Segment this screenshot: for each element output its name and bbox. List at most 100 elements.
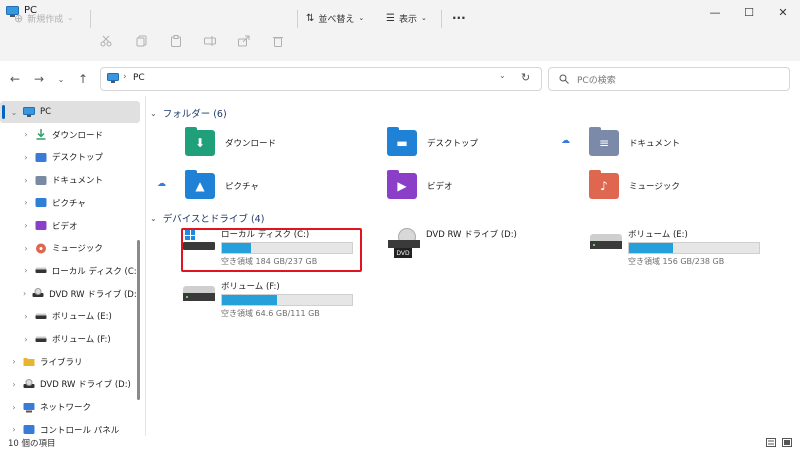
download-icon	[36, 129, 46, 140]
rename-icon[interactable]	[204, 35, 216, 47]
sidebar-item-label: ボリューム (E:)	[52, 312, 112, 323]
minimize-button[interactable]: —	[698, 0, 732, 24]
videos-folder-icon: ▶	[387, 170, 417, 199]
folder-item[interactable]: ▬ デスクトップ	[387, 124, 587, 162]
selection-highlight-box	[181, 228, 362, 272]
folders-section-title: フォルダー (6)	[162, 109, 227, 120]
toolbar-separator	[297, 10, 298, 28]
sidebar-item[interactable]: › ビデオ	[0, 215, 140, 237]
forward-arrow-icon[interactable]: →	[30, 70, 48, 88]
dvd-drive-icon: DVD	[388, 228, 420, 258]
selection-indicator	[2, 105, 5, 119]
search-box[interactable]: PCの検索	[548, 67, 790, 91]
paste-icon[interactable]	[170, 35, 182, 47]
chevron-right-icon[interactable]: ›	[20, 266, 32, 275]
sidebar-item[interactable]: › ボリューム (F:)	[0, 328, 140, 350]
drive-free-space: 空き領域 156 GB/238 GB	[628, 257, 725, 266]
sidebar-item[interactable]: › ライブラリ	[0, 351, 140, 373]
sidebar-item[interactable]: › DVD RW ドライブ (D:)	[0, 373, 140, 395]
music-folder-icon: ♪	[589, 170, 619, 199]
drive-name: ボリューム (F:)	[221, 282, 280, 292]
pc-icon	[107, 73, 119, 83]
sidebar-item[interactable]: › ボリューム (E:)	[0, 305, 140, 327]
share-icon[interactable]	[238, 35, 250, 47]
copy-icon[interactable]	[136, 35, 148, 47]
chevron-right-icon[interactable]: ›	[20, 289, 29, 298]
chevron-right-icon[interactable]: ›	[20, 221, 32, 230]
breadcrumb-pc[interactable]: PC	[133, 73, 145, 83]
refresh-icon[interactable]: ↻	[521, 71, 530, 84]
more-options-button[interactable]: ···	[452, 6, 466, 30]
chevron-right-icon[interactable]: ›	[8, 403, 20, 412]
control-panel-icon	[23, 425, 35, 435]
new-label: 新規作成	[27, 14, 64, 25]
chevron-right-icon[interactable]: ›	[20, 153, 32, 162]
chevron-down-icon[interactable]: ⌄	[8, 108, 20, 117]
address-dropdown-icon[interactable]: ⌄	[499, 71, 506, 80]
chevron-right-icon[interactable]: ›	[20, 198, 32, 207]
sidebar-item[interactable]: › デスクトップ	[0, 146, 140, 168]
sort-button[interactable]: ⇅ 並べ替え ⌄	[306, 6, 364, 30]
chevron-right-icon[interactable]: ›	[20, 335, 32, 344]
pictures-icon	[35, 198, 47, 208]
up-arrow-icon[interactable]: ↑	[74, 70, 92, 88]
chevron-down-icon: ⌄	[358, 14, 365, 22]
view-label: 表示	[398, 14, 417, 25]
drive-item[interactable]: ボリューム (E:) 空き領域 156 GB/238 GB	[590, 228, 760, 268]
folder-item[interactable]: ▶ ビデオ	[387, 167, 587, 205]
sidebar-item[interactable]: › ダウンロード	[0, 124, 140, 146]
drive-usage-bar	[628, 242, 760, 254]
chevron-right-icon[interactable]: ›	[8, 425, 20, 434]
back-arrow-icon[interactable]: ←	[6, 70, 24, 88]
details-view-icon[interactable]	[766, 438, 776, 447]
folder-item[interactable]: ☁ ▲ ピクチャ	[157, 167, 385, 205]
folder-label: ドキュメント	[629, 139, 681, 149]
sidebar-item[interactable]: › DVD RW ドライブ (D:)	[0, 283, 140, 305]
network-icon	[23, 402, 35, 413]
chevron-right-icon[interactable]: ›	[8, 357, 20, 366]
chevron-right-icon[interactable]: ›	[8, 380, 20, 389]
sidebar-item[interactable]: › ピクチャ	[0, 192, 140, 214]
chevron-right-icon[interactable]: ›	[20, 130, 32, 139]
sidebar-item[interactable]: › ドキュメント	[0, 169, 140, 191]
view-button[interactable]: ☰ 表示 ⌄	[386, 6, 427, 30]
recent-chevron-icon[interactable]: ⌄	[52, 70, 70, 88]
download-folder-icon: ⬇	[185, 127, 215, 156]
tiles-view-icon[interactable]	[782, 438, 792, 447]
chevron-right-icon[interactable]: ›	[20, 312, 32, 321]
music-icon	[36, 243, 46, 254]
folder-item[interactable]: ♪ ミュージック	[589, 167, 789, 205]
address-bar[interactable]: › PC ⌄ ↻	[100, 67, 542, 91]
folder-item[interactable]: ☁ ≡ ドキュメント	[561, 124, 789, 162]
chevron-right-icon[interactable]: ›	[20, 244, 32, 253]
sidebar-item-label: DVD RW ドライブ (D:)	[49, 289, 140, 300]
cloud-sync-icon: ☁	[157, 179, 166, 189]
drive-item[interactable]: ボリューム (F:) 空き領域 64.6 GB/111 GB	[183, 280, 353, 320]
chevron-right-icon[interactable]: ›	[20, 176, 32, 185]
close-button[interactable]: ✕	[766, 0, 800, 24]
sort-icon: ⇅	[306, 12, 315, 24]
sidebar-item-label: ネットワーク	[40, 403, 92, 414]
folders-section-header[interactable]: ⌄ フォルダー (6)	[150, 106, 227, 121]
new-button[interactable]: ⊕ 新規作成 ⌄	[14, 6, 73, 30]
folder-label: ビデオ	[427, 182, 453, 192]
drive-item[interactable]: DVD DVD RW ドライブ (D:)	[388, 228, 517, 268]
sidebar-item[interactable]: › ネットワーク	[0, 396, 140, 418]
drive-name: DVD RW ドライブ (D:)	[426, 230, 517, 240]
folder-label: ダウンロード	[225, 139, 277, 149]
maximize-button[interactable]: ☐	[732, 0, 766, 24]
sidebar-scrollbar[interactable]	[137, 240, 140, 400]
pictures-folder-icon: ▲	[185, 170, 215, 199]
search-placeholder: PCの検索	[577, 76, 616, 86]
drive-free-space: 空き領域 64.6 GB/111 GB	[221, 309, 320, 318]
sidebar-item[interactable]: › ミュージック	[0, 237, 140, 259]
folder-item[interactable]: ⬇ ダウンロード	[185, 124, 385, 162]
drives-section-header[interactable]: ⌄ デバイスとドライブ (4)	[150, 211, 264, 226]
sidebar-item[interactable]: › ローカル ディスク (C:)	[0, 260, 140, 282]
delete-icon[interactable]	[272, 35, 284, 47]
cut-icon[interactable]	[100, 35, 112, 47]
plus-circle-icon: ⊕	[14, 11, 24, 25]
videos-icon	[35, 221, 47, 230]
sidebar-item[interactable]: ⌄ PC	[0, 101, 140, 123]
chevron-down-icon: ⌄	[420, 14, 427, 22]
